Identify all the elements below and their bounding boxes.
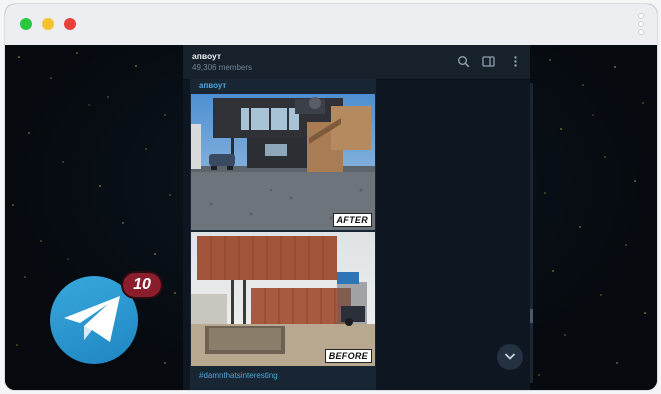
message-sender[interactable]: апвоут [199, 81, 226, 90]
message-bubble: апвоут AFTER BEFORE #damnthatsinterestin… [190, 79, 376, 390]
search-icon[interactable] [457, 55, 470, 68]
after-photo[interactable]: AFTER [191, 94, 375, 230]
before-label: BEFORE [324, 349, 372, 363]
zoom-window-button[interactable] [20, 18, 32, 30]
scrollbar-thumb[interactable] [530, 309, 533, 323]
chevron-down-icon [504, 353, 516, 360]
after-label: AFTER [332, 213, 372, 227]
telegram-plane-icon [64, 296, 120, 342]
window-menu-icon[interactable] [639, 14, 643, 35]
video-player-window: апвоут 49,306 members апвоут AFTER BEFOR… [5, 4, 657, 390]
member-count: 49,306 members [192, 63, 253, 72]
scroll-to-bottom-button[interactable] [497, 344, 523, 370]
telegram-app: апвоут 49,306 members апвоут AFTER BEFOR… [183, 45, 533, 390]
container-house-before-image [191, 232, 375, 366]
title-bar [5, 4, 657, 45]
chat-scrollbar[interactable] [530, 83, 533, 383]
close-window-button[interactable] [64, 18, 76, 30]
notification-badge: 10 [123, 273, 161, 297]
more-icon[interactable] [509, 55, 522, 68]
container-house-after-image [191, 94, 375, 230]
hashtag-link[interactable]: #damnthatsinteresting [199, 371, 278, 380]
before-photo[interactable]: BEFORE [191, 232, 375, 366]
minimize-window-button[interactable] [42, 18, 54, 30]
video-frame: апвоут 49,306 members апвоут AFTER BEFOR… [5, 45, 657, 390]
chat-header: апвоут 49,306 members [183, 45, 530, 80]
side-panel-icon[interactable] [482, 55, 495, 68]
chat-title[interactable]: апвоут [192, 51, 221, 61]
